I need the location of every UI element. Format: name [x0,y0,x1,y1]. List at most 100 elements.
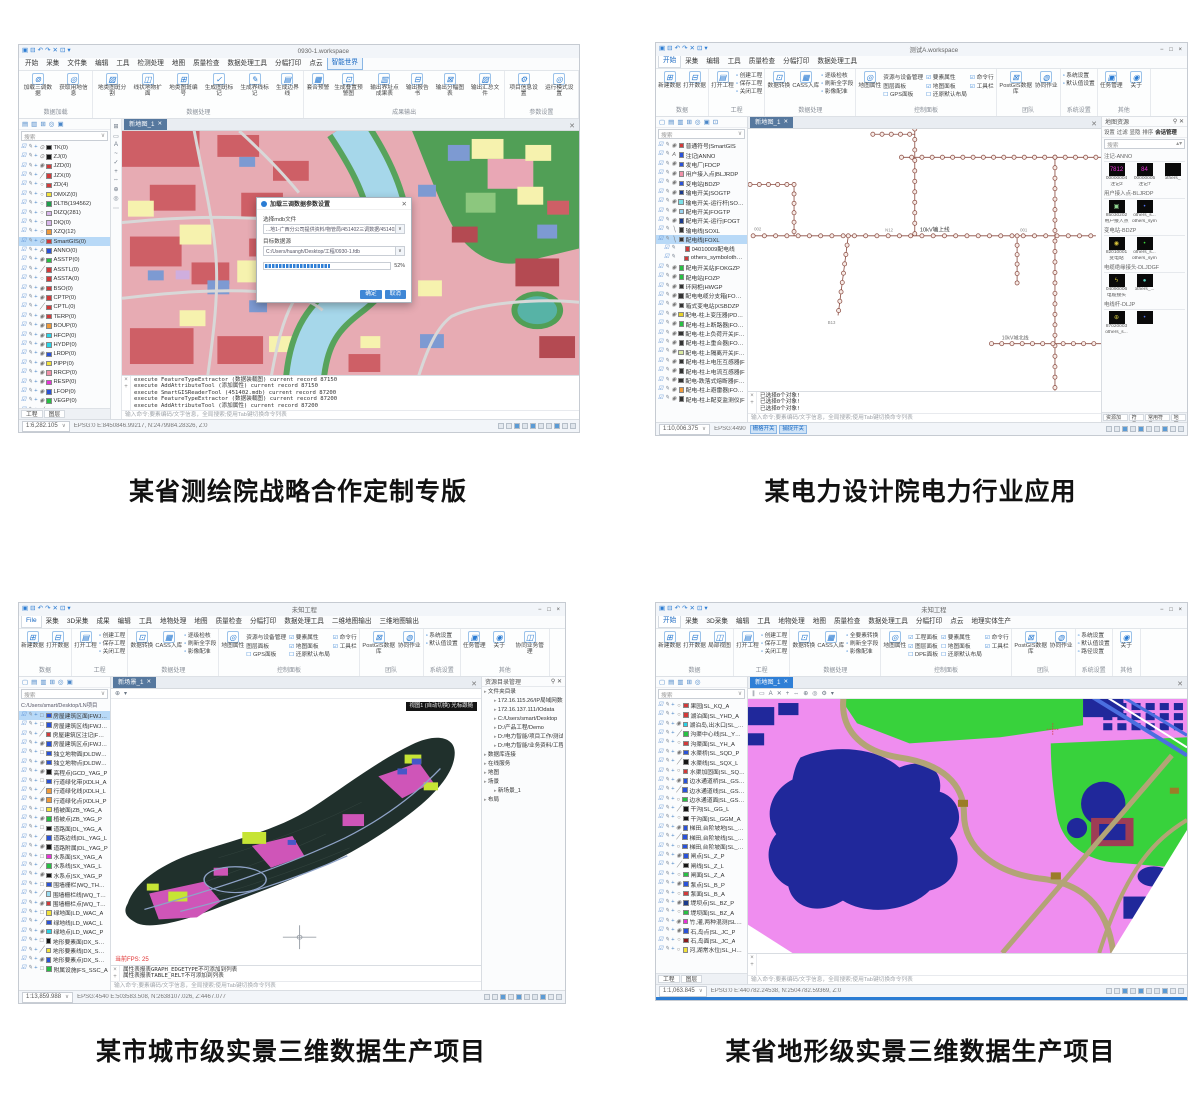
status-icon[interactable] [1162,426,1169,433]
status-icons[interactable] [484,994,563,1001]
layer-row[interactable]: ◉ 普通符号|SmartGIS [656,141,747,150]
ribbon-small-button[interactable]: 关闭工程 [99,649,125,656]
edit-icon[interactable] [665,349,670,355]
layer-tool-icon[interactable]: ◎ [49,120,55,128]
quick-access-toolbar[interactable]: ▣⊟↶↷✕⊡▾ [659,46,708,53]
layer-row[interactable]: ◉ 用户接入点|BLJRDP [656,169,747,178]
snap-toggles[interactable]: 栅格开关捕捉开关 [750,425,807,434]
ribbon-button[interactable]: ⊠PostGIS数据库 [999,70,1033,95]
visibility-checkbox-icon[interactable] [658,909,663,915]
edit-icon[interactable] [28,164,33,170]
command-input[interactable]: 输入命令;要素编码/文字信息，全局搜索;使用Tab键切换命令列表 [122,410,579,419]
add-icon[interactable] [671,928,674,934]
status-icon[interactable] [1138,988,1145,995]
qat-icon[interactable]: ↷ [682,46,687,53]
chevron-down-icon[interactable]: ∨ [101,133,105,139]
add-icon[interactable] [34,760,37,766]
visibility-checkbox-icon[interactable] [658,919,663,925]
layer-row[interactable]: ○ 湖泊面|SL_YHD_A [656,710,747,719]
layer-row[interactable]: ○ 沟渠面|SL_YH_A [656,739,747,748]
visibility-checkbox-icon[interactable] [21,901,26,907]
visibility-checkbox-icon[interactable] [21,957,26,963]
edit-icon[interactable] [28,854,33,860]
add-icon[interactable] [671,769,674,775]
map-tool-icon[interactable]: A [114,142,118,148]
add-icon[interactable] [34,304,37,310]
layer-row[interactable]: ◉ 环网柜|HWGP [656,282,747,291]
layer-row[interactable]: □ 附属设施|FS_SSC_A [19,965,110,974]
add-icon[interactable] [671,947,674,953]
layer-row[interactable]: ╱ 干沟|SL_GG_L [656,804,747,813]
edit-icon[interactable] [28,910,33,916]
log-gutter-icon[interactable]: + [113,974,117,981]
add-icon[interactable] [671,703,674,709]
edit-icon[interactable] [665,321,670,327]
layer-row[interactable]: ◉ 绿地点|LD_WAC_P [19,927,110,936]
edit-icon[interactable] [665,815,670,821]
layer-row[interactable]: ○ ZD(4) [19,181,110,190]
panel-menu-item[interactable]: 过滤 [1117,128,1128,136]
resource-panel-tab[interactable]: 地图 [1171,414,1186,421]
panel-toggle-checkbox[interactable]: ☐ 还原默认布局 [289,651,330,660]
edit-icon[interactable] [665,919,670,925]
visibility-checkbox-icon[interactable] [658,274,663,280]
toggle-chip[interactable]: 捕捉开关 [779,425,807,434]
ribbon-small-button[interactable]: 保存工程 [761,641,787,648]
edit-icon[interactable] [28,342,33,348]
panel-toggle-checkbox[interactable]: 图层面板 [246,643,286,652]
edit-icon[interactable] [28,722,33,728]
add-icon[interactable] [671,862,674,868]
visibility-checkbox-icon[interactable] [21,182,26,188]
panel-toggle-checkbox[interactable]: ☑ 地图面板 [289,643,330,652]
panel-tab[interactable]: 图层 [681,975,703,983]
visibility-checkbox-icon[interactable] [658,227,663,233]
add-icon[interactable] [34,257,37,263]
ribbon-tab[interactable]: 编辑 [702,56,723,68]
layer-row[interactable]: ◉ 配电-柱上避雷器|FOZS [656,385,747,394]
ribbon-button[interactable]: ⊡数据转换 [767,70,790,89]
visibility-checkbox-icon[interactable] [21,323,26,329]
layer-row[interactable]: ◉ 植被点|ZB_YAG_P [19,814,110,823]
ribbon-tab[interactable]: 智能世界 [327,58,363,70]
edit-icon[interactable] [28,267,33,273]
layer-row[interactable]: ╱ JZX(0) [19,171,110,180]
ribbon-tab[interactable]: File [21,616,42,628]
visibility-checkbox-icon[interactable] [21,248,26,254]
ribbon-button[interactable]: ⊟打开数据 [46,630,69,649]
edit-icon[interactable] [665,312,670,318]
resource-panel-tab[interactable]: 符号 [1129,414,1144,421]
edit-icon[interactable] [665,834,670,840]
ribbon-small-button[interactable]: 全要素转换 [846,633,878,640]
visibility-checkbox-icon[interactable] [21,938,26,944]
visibility-checkbox-icon[interactable] [21,276,26,282]
ok-button[interactable]: 确定 [360,290,381,299]
visibility-checkbox-icon[interactable] [664,255,669,261]
layer-row[interactable]: ◉ 石,岛点|SL_JC_P [656,926,747,935]
panel-toggle-checkbox[interactable]: ☐ DPE面板 [908,651,938,660]
status-icons[interactable] [1106,426,1185,433]
add-icon[interactable] [34,807,37,813]
edit-icon[interactable] [665,759,670,765]
visibility-checkbox-icon[interactable] [21,966,26,972]
add-icon[interactable] [34,220,37,226]
edit-icon[interactable] [665,797,670,803]
layer-row[interactable]: ╱ CPTL(0) [19,303,110,312]
visibility-checkbox-icon[interactable] [21,257,26,263]
scene-canvas[interactable]: 视图1 (自动切换) 光标跟随 当前FPS: 25 [111,699,481,965]
visibility-checkbox-icon[interactable] [21,788,26,794]
visibility-checkbox-icon[interactable] [21,361,26,367]
catalog-tree-item[interactable]: 文件夹目录 [484,688,563,697]
layer-row[interactable]: 04010009配电线 [656,244,747,253]
ribbon-small-button[interactable]: 影像配准 [846,649,878,656]
add-icon[interactable] [34,769,37,775]
add-icon[interactable] [34,361,37,367]
ribbon-small-button[interactable]: 创建工程 [761,633,787,640]
ribbon-button[interactable]: ◎运行模式设置 [542,72,576,97]
status-icon[interactable] [498,423,505,430]
edit-icon[interactable] [28,220,33,226]
layer-row[interactable]: ╱ 房屋建筑区注记|FWJZ_T [19,730,110,739]
ribbon-tab[interactable]: 开始 [658,616,681,628]
visibility-checkbox-icon[interactable] [21,769,26,775]
visibility-checkbox-icon[interactable] [658,359,663,365]
panel-menu-item[interactable]: 会话管理 [1155,128,1177,136]
